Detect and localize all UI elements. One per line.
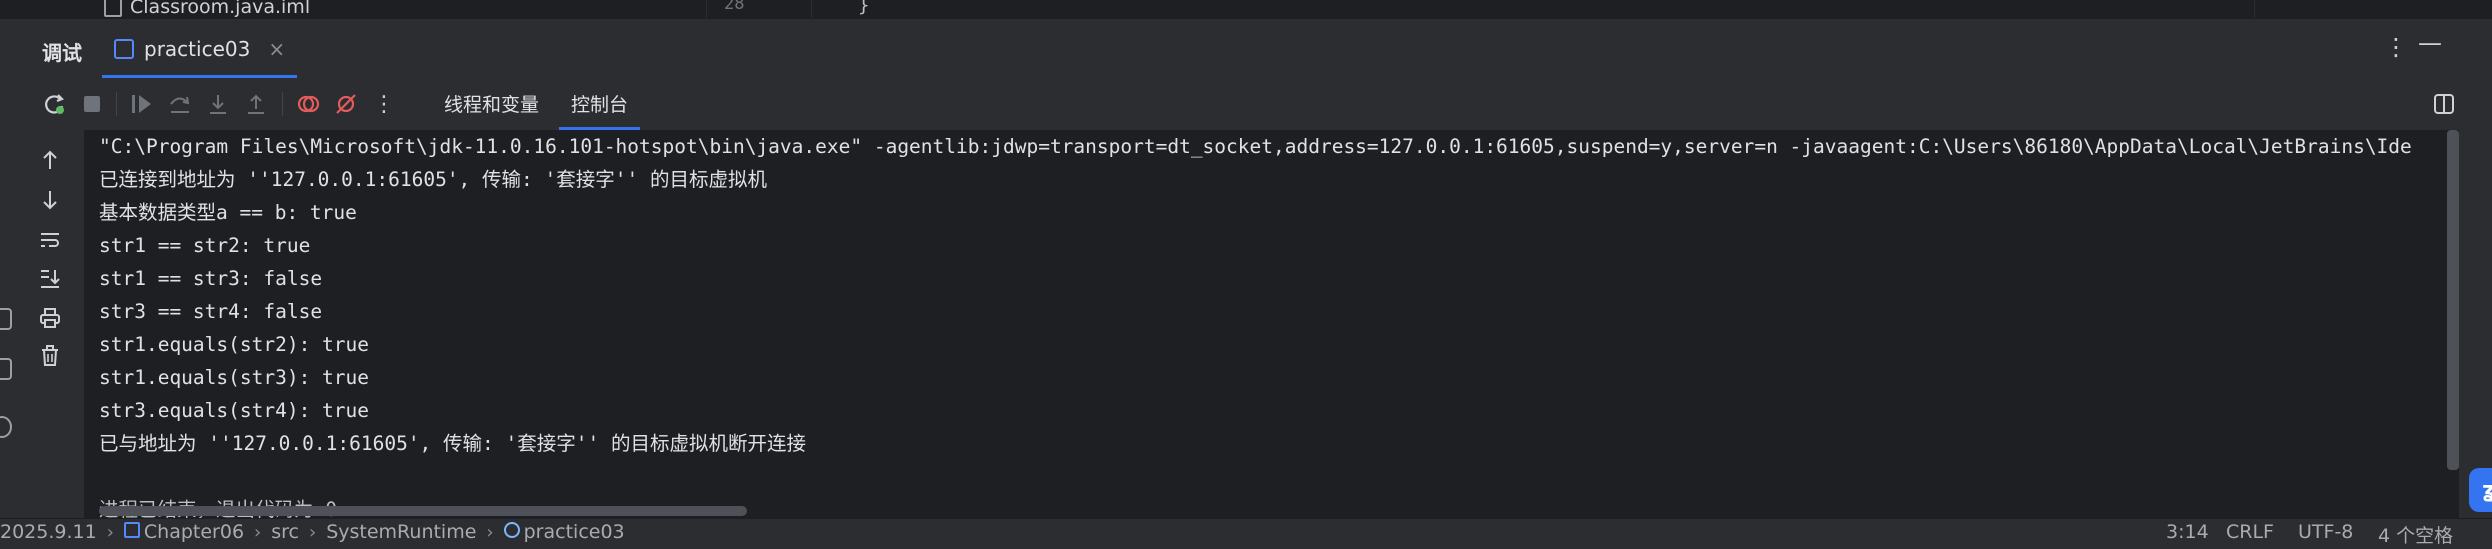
project-file-label: Classroom.java.iml <box>130 0 311 18</box>
indent-setting[interactable]: 4 个空格 <box>2378 521 2453 548</box>
console-line: str3.equals(str4): true <box>99 399 370 422</box>
status-bar: 2025.9.11 › Chapter06 › src › SystemRunt… <box>0 518 2492 549</box>
console-line: str3 == str4: false <box>99 300 323 323</box>
console-output[interactable]: "C:\Program Files\Microsoft\jdk-11.0.16.… <box>85 130 2447 518</box>
breadcrumb: 2025.9.11 › Chapter06 › src › SystemRunt… <box>0 521 625 543</box>
chevron-right-icon: › <box>309 521 317 543</box>
step-over-icon[interactable] <box>166 90 194 118</box>
debug-toolbar: ⋮ 线程和变量 控制台 <box>0 78 2492 131</box>
resume-icon[interactable] <box>128 90 156 118</box>
horizontal-scrollbar[interactable] <box>99 506 747 516</box>
file-icon <box>104 0 122 17</box>
arrow-down-icon[interactable] <box>36 186 64 214</box>
more-icon[interactable]: ⋮ <box>370 90 398 118</box>
console-line: str1 == str2: true <box>99 234 311 257</box>
breadcrumb-package[interactable]: SystemRuntime <box>326 521 476 543</box>
console-line: 已连接到地址为 ''127.0.0.1:61605', 传输: '套接字'' 的… <box>99 168 767 191</box>
minimize-icon[interactable]: — <box>2418 29 2442 57</box>
breadcrumb-src[interactable]: src <box>271 521 299 543</box>
code-fragment: } <box>858 0 870 16</box>
console-line: "C:\Program Files\Microsoft\jdk-11.0.16.… <box>99 135 2412 158</box>
file-encoding[interactable]: UTF-8 <box>2298 521 2353 543</box>
debug-tool-title: 调试 <box>42 41 82 65</box>
breadcrumb-class[interactable]: practice03 <box>503 521 625 543</box>
class-icon <box>503 522 520 538</box>
line-number: 28 <box>724 0 745 14</box>
session-tab-label: practice03 <box>144 37 251 61</box>
step-into-icon[interactable] <box>204 90 232 118</box>
chevron-right-icon: › <box>106 521 114 543</box>
layout-settings-icon[interactable] <box>2430 90 2458 118</box>
step-out-icon[interactable] <box>242 90 270 118</box>
console-line: str1.equals(str2): true <box>99 333 370 356</box>
edge-tool-icon[interactable] <box>0 308 12 330</box>
stop-icon[interactable] <box>78 90 106 118</box>
right-tool-strip <box>2459 130 2492 518</box>
view-breakpoints-icon[interactable] <box>294 90 322 118</box>
breadcrumb-module[interactable]: Chapter06 <box>123 521 244 543</box>
toolbar-separator <box>282 92 283 116</box>
editor-strip: Classroom.java.iml 28 } <box>0 0 2492 18</box>
tab-console[interactable]: 控制台 <box>558 90 641 131</box>
arrow-up-icon[interactable] <box>36 146 64 174</box>
chevron-right-icon: › <box>486 521 494 543</box>
tab-threads-variables[interactable]: 线程和变量 <box>444 90 539 117</box>
console-line: 基本数据类型a == b: true <box>99 201 357 224</box>
editor-gutter <box>706 0 812 18</box>
mute-breakpoints-icon[interactable] <box>332 90 360 118</box>
toolbar-separator <box>116 92 117 116</box>
close-icon[interactable]: × <box>268 37 285 61</box>
breadcrumb-project[interactable]: 2025.9.11 <box>0 521 97 543</box>
vertical-scrollbar[interactable] <box>2447 130 2459 470</box>
console-actions-strip <box>0 130 85 518</box>
more-options-icon[interactable]: ⋮ <box>2384 33 2408 61</box>
edge-tool-icon[interactable] <box>0 358 12 380</box>
run-config-icon <box>114 39 134 59</box>
trash-icon[interactable] <box>36 342 64 370</box>
console-line: str1.equals(str3): true <box>99 366 370 389</box>
project-file-item[interactable]: Classroom.java.iml <box>104 0 310 18</box>
edge-tool-icon[interactable] <box>0 416 12 438</box>
chevron-right-icon: › <box>254 521 262 543</box>
caret-position[interactable]: 3:14 <box>2166 521 2209 543</box>
line-ending[interactable]: CRLF <box>2226 521 2274 543</box>
tab-practice03[interactable]: practice03 × <box>102 19 298 79</box>
console-line: str1 == str3: false <box>99 267 323 290</box>
module-icon <box>123 522 140 538</box>
soft-wrap-icon[interactable] <box>36 226 64 254</box>
console-line: 已与地址为 ''127.0.0.1:61605', 传输: '套接字'' 的目标… <box>99 432 806 455</box>
rerun-icon[interactable] <box>40 90 68 118</box>
editor-divider <box>2254 0 2255 18</box>
debug-header: 调试 practice03 × ⋮ — <box>0 18 2492 79</box>
assistant-badge-icon[interactable]: ʓ <box>2469 468 2492 512</box>
print-icon[interactable] <box>36 304 64 332</box>
scroll-to-end-icon[interactable] <box>36 264 64 292</box>
